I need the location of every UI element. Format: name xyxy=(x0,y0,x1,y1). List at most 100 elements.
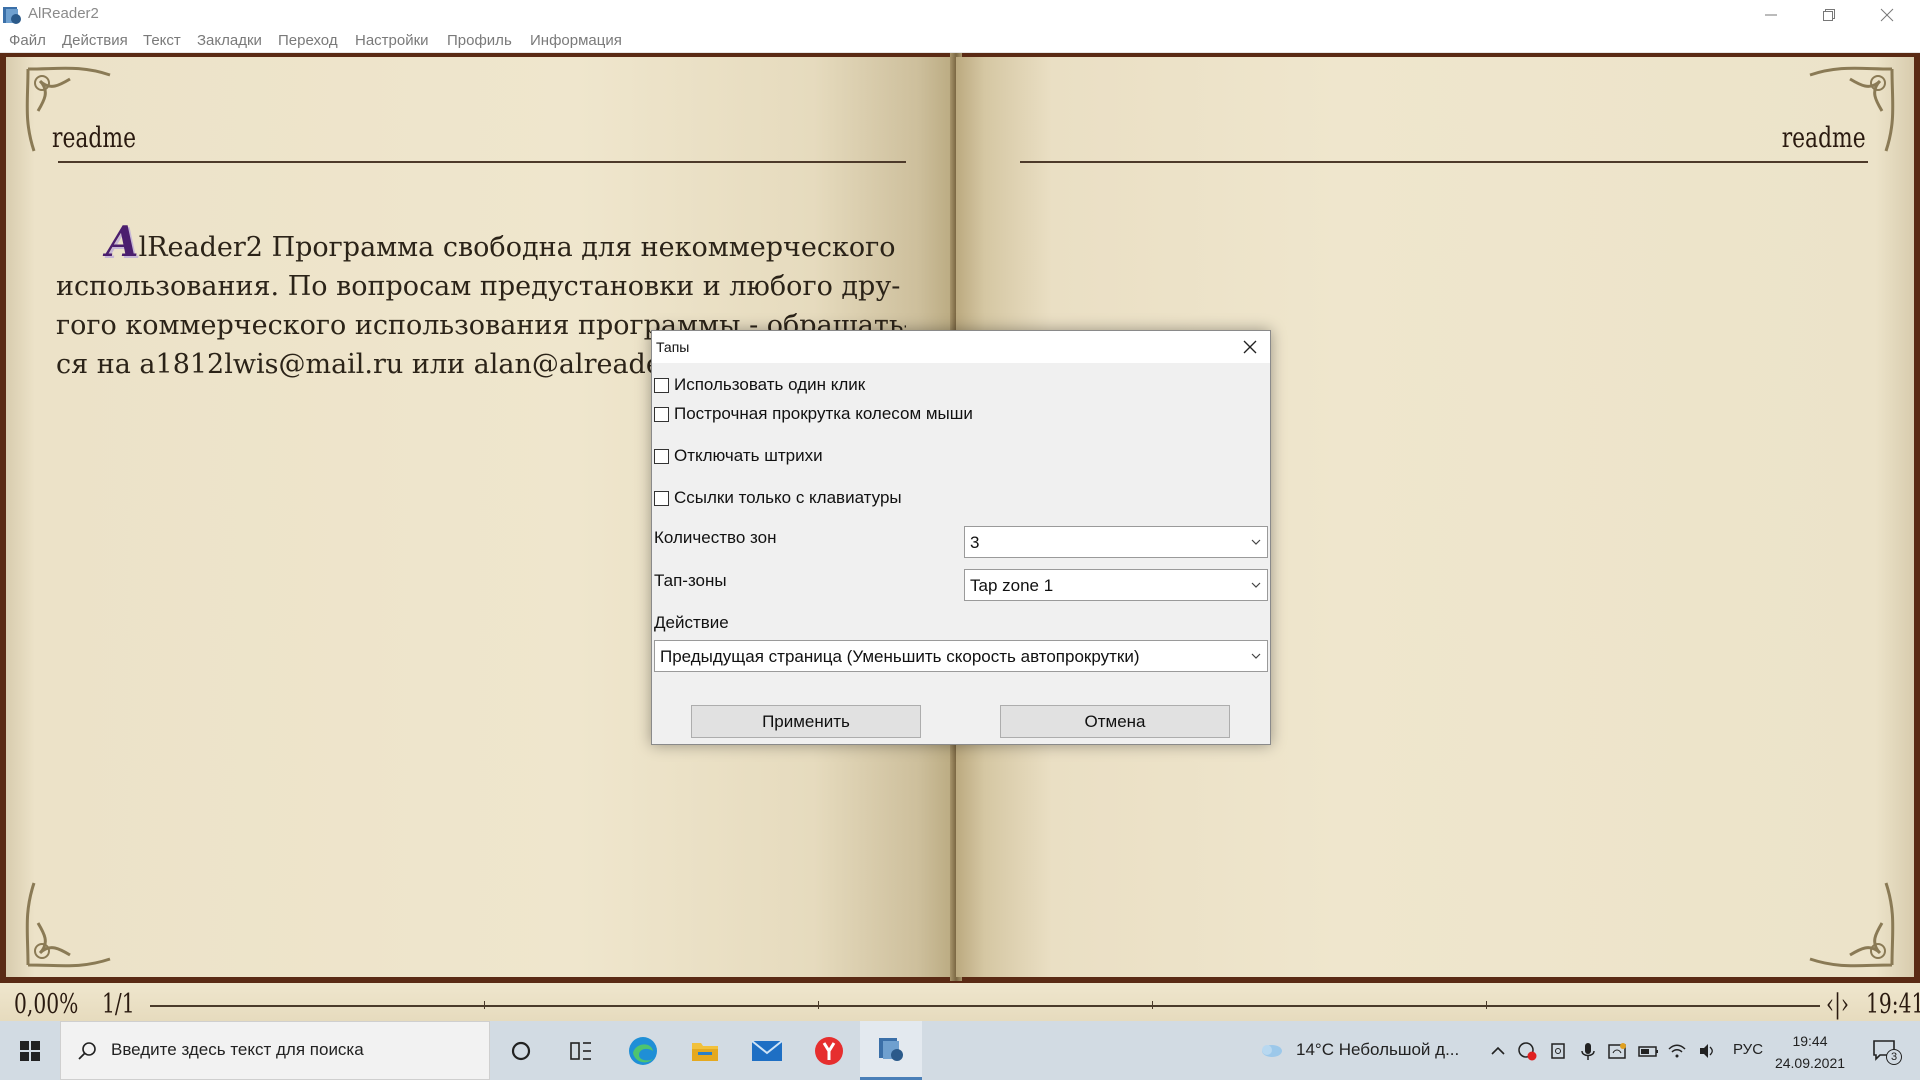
page-nav-arrows[interactable]: ‹|› xyxy=(1826,989,1849,1020)
ornament-corner-icon xyxy=(1809,882,1895,968)
ornament-corner-icon xyxy=(1809,66,1895,152)
progress-tick xyxy=(818,1001,819,1009)
cancel-button[interactable]: Отмена xyxy=(1000,705,1230,738)
menu-settings[interactable]: Настройки xyxy=(355,32,429,49)
header-rule xyxy=(58,161,906,163)
right-page-header: readme xyxy=(1781,121,1866,154)
tap-zones-label: Тап-зоны xyxy=(654,571,727,590)
checkbox-label: Построчная прокрутка колесом мыши xyxy=(674,404,973,423)
checkbox-disable-strokes[interactable]: Отключать штрихи xyxy=(654,446,823,466)
apply-button[interactable]: Применить xyxy=(691,705,921,738)
action-label: Действие xyxy=(654,613,729,632)
progress-tick xyxy=(1152,1001,1153,1009)
checkbox-label: Ссылки только с клавиатуры xyxy=(674,488,902,507)
reader-clock: 19:41 xyxy=(1866,989,1920,1020)
alreader-taskbar-button[interactable] xyxy=(860,1021,922,1080)
dialog-titlebar: Тапы xyxy=(652,331,1270,363)
weather-text[interactable]: 14°C Небольшой д... xyxy=(1296,1040,1459,1060)
select-value: 3 xyxy=(970,533,980,552)
select-value: Tap zone 1 xyxy=(970,576,1054,595)
task-view-button[interactable] xyxy=(550,1021,612,1080)
chevron-down-icon xyxy=(1251,582,1261,588)
yandex-browser-button[interactable] xyxy=(798,1021,860,1080)
progress-percent: 0,00% xyxy=(14,989,79,1020)
cortana-button[interactable] xyxy=(490,1021,552,1080)
notification-center-button[interactable]: 3 xyxy=(1868,1035,1904,1067)
wifi-icon[interactable] xyxy=(1667,1041,1687,1061)
menu-bar: Файл Действия Текст Закладки Переход Нас… xyxy=(0,29,1920,53)
book-line: AlReader2 Программа свободна для некомме… xyxy=(56,222,906,267)
alreader-app-icon xyxy=(879,1038,903,1061)
checkbox-single-click[interactable]: Использовать один клик xyxy=(654,375,865,395)
device-icon[interactable] xyxy=(1548,1041,1568,1061)
cortana-icon xyxy=(511,1041,531,1060)
microphone-icon[interactable] xyxy=(1578,1041,1598,1061)
menu-file[interactable]: Файл xyxy=(9,32,46,49)
menu-bookmarks[interactable]: Закладки xyxy=(197,32,262,49)
checkbox[interactable] xyxy=(654,448,669,464)
restore-icon xyxy=(1823,8,1835,21)
zones-count-select[interactable]: 3 xyxy=(964,526,1268,558)
checkbox-keyboard-links[interactable]: Ссылки только с клавиатуры xyxy=(654,488,902,508)
edge-icon xyxy=(629,1036,657,1065)
volume-icon[interactable] xyxy=(1697,1041,1717,1061)
dropcap: A xyxy=(106,222,139,266)
close-button[interactable] xyxy=(1858,0,1916,29)
close-icon xyxy=(1880,8,1894,21)
menu-profile[interactable]: Профиль xyxy=(447,32,512,49)
chevron-up-icon[interactable] xyxy=(1488,1041,1508,1061)
alreader-app-icon xyxy=(3,7,21,24)
checkbox[interactable] xyxy=(654,490,669,506)
checkbox-line-scroll[interactable]: Построчная прокрутка колесом мыши xyxy=(654,404,973,424)
menu-text[interactable]: Текст xyxy=(143,32,181,49)
ornament-corner-icon xyxy=(25,882,111,968)
dialog-close-button[interactable] xyxy=(1230,331,1270,363)
start-button[interactable] xyxy=(0,1021,60,1080)
battery-icon[interactable] xyxy=(1637,1041,1661,1061)
left-page-header: readme xyxy=(52,121,137,154)
checkbox[interactable] xyxy=(654,406,669,422)
dialog-title: Тапы xyxy=(656,339,690,355)
close-icon xyxy=(1243,340,1257,354)
yandex-icon xyxy=(815,1036,843,1065)
notification-count-badge: 3 xyxy=(1886,1049,1902,1065)
menu-navigate[interactable]: Переход xyxy=(278,32,338,49)
book-line: использования. По вопросам предустановки… xyxy=(56,271,901,302)
language-indicator[interactable]: РУС xyxy=(1733,1041,1763,1058)
progress-track[interactable] xyxy=(150,1005,1820,1007)
checkbox-label: Использовать один клик xyxy=(674,375,866,394)
taskbar-search-box[interactable]: Введите здесь текст для поиска xyxy=(60,1021,490,1080)
select-value: Предыдущая страница (Уменьшить скорость … xyxy=(660,647,1140,666)
window-title: AlReader2 xyxy=(28,5,99,22)
weather-icon[interactable] xyxy=(1258,1041,1284,1061)
menu-actions[interactable]: Действия xyxy=(62,32,128,49)
restore-button[interactable] xyxy=(1800,0,1858,29)
folder-icon xyxy=(692,1042,718,1061)
page-counter: 1/1 xyxy=(102,989,135,1020)
header-rule xyxy=(1020,161,1868,163)
checkbox-label: Отключать штрихи xyxy=(674,446,823,465)
search-placeholder: Введите здесь текст для поиска xyxy=(111,1040,364,1059)
reader-status-bar: 0,00% 1/1 ‹|› 19:41 xyxy=(0,981,1920,1021)
zones-count-label: Количество зон xyxy=(654,528,777,547)
mail-icon xyxy=(751,1039,783,1061)
menu-info[interactable]: Информация xyxy=(530,32,622,49)
security-alert-icon[interactable] xyxy=(1517,1041,1537,1061)
progress-tick xyxy=(484,1001,485,1009)
action-select[interactable]: Предыдущая страница (Уменьшить скорость … xyxy=(654,640,1268,672)
chevron-down-icon xyxy=(1251,539,1261,545)
minimize-icon xyxy=(1765,14,1777,15)
taskbar-clock-date[interactable]: 24.09.2021 xyxy=(1765,1055,1855,1071)
ornament-corner-icon xyxy=(25,66,111,152)
file-explorer-button[interactable] xyxy=(674,1021,736,1080)
checkbox[interactable] xyxy=(654,377,669,393)
edge-button[interactable] xyxy=(612,1021,674,1080)
network-alert-icon[interactable] xyxy=(1607,1041,1627,1061)
taskbar-clock-time[interactable]: 19:44 xyxy=(1780,1033,1840,1049)
search-icon xyxy=(78,1042,96,1060)
minimize-button[interactable] xyxy=(1742,0,1800,29)
mail-button[interactable] xyxy=(736,1021,798,1080)
tap-zones-select[interactable]: Tap zone 1 xyxy=(964,569,1268,601)
task-view-icon xyxy=(570,1041,591,1060)
chevron-down-icon xyxy=(1251,653,1261,659)
